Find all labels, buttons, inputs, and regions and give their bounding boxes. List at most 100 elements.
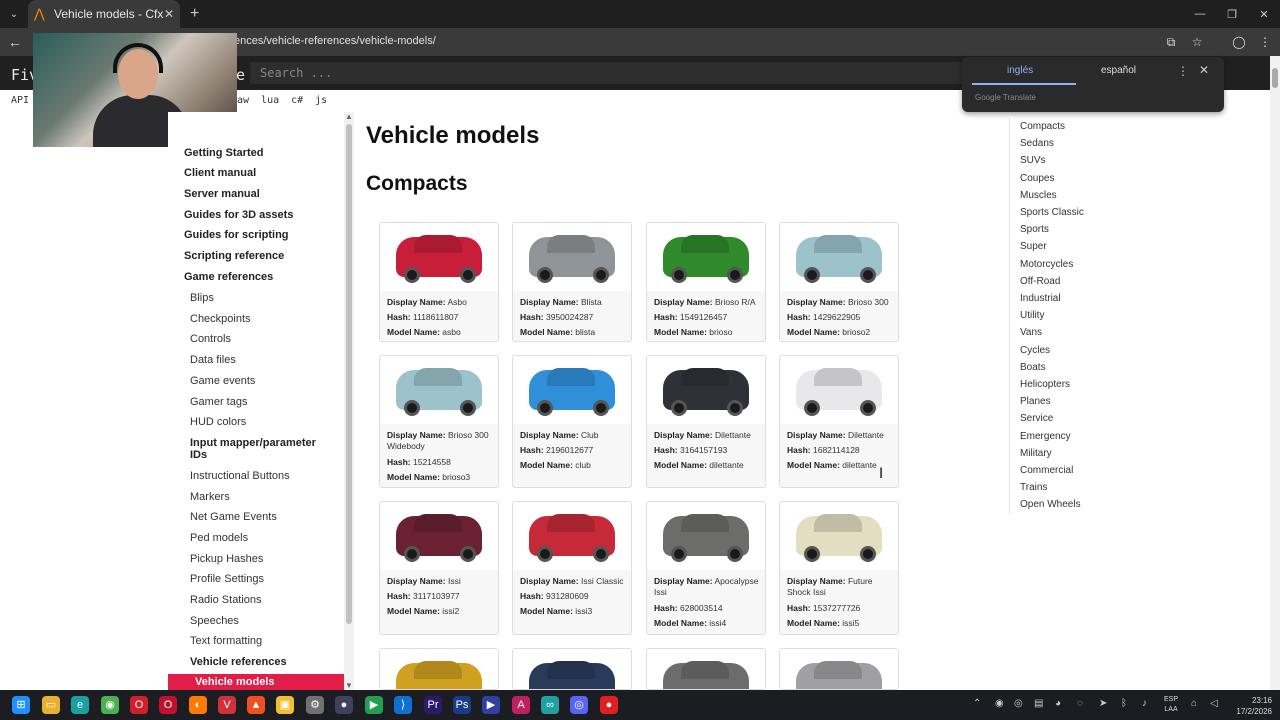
toc-link[interactable]: Motorcycles <box>1020 259 1073 270</box>
bluetooth-icon[interactable]: ᛒ <box>1121 698 1127 709</box>
sidebar-item[interactable]: Game events <box>190 375 255 388</box>
windows-start-icon[interactable]: ⊞ <box>12 696 30 714</box>
opera-gx-icon[interactable]: O <box>159 696 177 714</box>
sidebar-item[interactable]: Radio Stations <box>190 594 262 607</box>
sidebar-item[interactable]: Getting Started <box>184 147 263 160</box>
toc-link[interactable]: Compacts <box>1020 121 1065 132</box>
sidebar-item[interactable]: Server manual <box>184 188 260 201</box>
browser-tab[interactable]: ⋀ Vehicle models - Cfx.re Docs ✕ <box>28 0 180 28</box>
lang-link-lua[interactable]: lua <box>261 95 279 106</box>
toc-link[interactable]: Military <box>1020 448 1052 459</box>
sidebar-item[interactable]: HUD colors <box>190 416 246 429</box>
firefox-icon[interactable]: ◐ <box>189 696 207 714</box>
settings-icon[interactable]: ⚙ <box>306 696 324 714</box>
sidebar-item[interactable]: Input mapper/parameter <box>190 437 316 450</box>
search-input[interactable]: Search ... <box>250 62 970 84</box>
close-window-icon[interactable]: ✕ <box>1248 0 1280 28</box>
bookmark-star-icon[interactable]: ☆ <box>1186 35 1208 49</box>
sidebar-item[interactable]: Markers <box>190 491 230 504</box>
toc-link[interactable]: Planes <box>1020 396 1051 407</box>
sidebar-item[interactable]: Client manual <box>184 167 256 180</box>
tab-search-menu-icon[interactable]: ⌄ <box>0 0 28 28</box>
photoshop-icon[interactable]: Ps <box>453 696 471 714</box>
affinity-icon[interactable]: A <box>512 696 530 714</box>
sidebar-item[interactable]: Guides for scripting <box>184 229 289 242</box>
chrome-icon[interactable]: ◉ <box>101 696 119 714</box>
sidebar-item[interactable]: Profile Settings <box>190 573 264 586</box>
lang-link-aw[interactable]: aw <box>237 95 249 106</box>
sidebar-item[interactable]: Instructional Buttons <box>190 470 290 483</box>
new-tab-button[interactable]: + <box>190 5 199 23</box>
close-tab-icon[interactable]: ✕ <box>164 7 174 21</box>
page-scrollbar[interactable] <box>1270 56 1280 690</box>
microphone-icon[interactable]: ♪ <box>1142 698 1147 709</box>
minimize-icon[interactable]: — <box>1184 0 1216 28</box>
page-scroll-thumb[interactable] <box>1272 68 1278 88</box>
lang-link-csharp[interactable]: c# <box>291 95 303 106</box>
toc-link[interactable]: Vans <box>1020 327 1042 338</box>
url-field[interactable]: ences/vehicle-references/vehicle-models/ <box>234 35 436 47</box>
premiere-icon[interactable]: Pr <box>424 696 442 714</box>
sidebar-item[interactable]: Net Game Events <box>190 511 277 524</box>
tray-app2-icon[interactable]: ▤ <box>1034 698 1043 709</box>
sidebar-item[interactable]: Controls <box>190 333 231 346</box>
sidebar-item[interactable]: Text formatting <box>190 635 262 648</box>
opera-icon[interactable]: O <box>130 696 148 714</box>
translate-icon[interactable]: ⧉ <box>1160 35 1182 50</box>
sidebar-scrollbar[interactable]: ▲ ▼ <box>344 112 354 690</box>
tray-app3-icon[interactable]: ◌ <box>1077 698 1083 709</box>
back-arrow-icon[interactable]: ← <box>0 34 30 50</box>
sidebar-item[interactable]: Game references <box>184 271 273 284</box>
tray-chevron-icon[interactable]: ⌃ <box>973 698 981 709</box>
obs-icon[interactable]: ● <box>335 696 353 714</box>
toc-link[interactable]: Emergency <box>1020 431 1071 442</box>
toc-link[interactable]: Super <box>1020 241 1047 252</box>
language-indicator[interactable]: ESP LAA <box>1164 695 1178 715</box>
sidebar-item[interactable]: Pickup Hashes <box>190 553 263 566</box>
toc-link[interactable]: Industrial <box>1020 293 1061 304</box>
edge-icon[interactable]: e <box>71 696 89 714</box>
taskbar-clock[interactable]: 23:16 17/2/2026 <box>1228 695 1272 717</box>
sidebar-item[interactable]: Vehicle references <box>190 656 287 669</box>
tray-chrome-icon[interactable]: ◎ <box>1014 698 1023 709</box>
toc-link[interactable]: Off-Road <box>1020 276 1060 287</box>
toc-link[interactable]: Open Wheels <box>1020 499 1081 510</box>
volume-icon[interactable]: ◁ <box>1210 698 1218 709</box>
tray-app4-icon[interactable]: ➤ <box>1099 698 1107 709</box>
toc-link[interactable]: Sedans <box>1020 138 1054 149</box>
toc-link[interactable]: Sports <box>1020 224 1049 235</box>
browser-menu-icon[interactable]: ⋮ <box>1254 35 1276 49</box>
toc-link[interactable]: Commercial <box>1020 465 1073 476</box>
sidebar-item[interactable]: IDs <box>190 449 207 462</box>
maximize-icon[interactable]: ❐ <box>1216 0 1248 28</box>
toc-link[interactable]: Cycles <box>1020 345 1050 356</box>
translate-more-icon[interactable]: ⋮ <box>1177 64 1189 78</box>
vivaldi-icon[interactable]: V <box>218 696 236 714</box>
api-label[interactable]: API <box>11 95 29 106</box>
sidebar-item[interactable]: Ped models <box>190 532 248 545</box>
scroll-up-icon[interactable]: ▲ <box>345 112 353 121</box>
sidebar-scroll-thumb[interactable] <box>346 124 352 624</box>
record-icon[interactable]: ● <box>600 696 618 714</box>
toc-link[interactable]: Helicopters <box>1020 379 1070 390</box>
link-icon[interactable]: ∞ <box>541 696 559 714</box>
toc-link[interactable]: Service <box>1020 413 1053 424</box>
discord-icon[interactable]: ◎ <box>570 696 588 714</box>
toc-link[interactable]: Coupes <box>1020 173 1054 184</box>
toc-link[interactable]: Sports Classic <box>1020 207 1084 218</box>
sidebar-item[interactable]: Checkpoints <box>190 313 251 326</box>
sidebar-item[interactable]: Speeches <box>190 615 239 628</box>
file-explorer-icon[interactable]: ▭ <box>42 696 60 714</box>
terminal-icon[interactable]: ▶ <box>365 696 383 714</box>
network-icon[interactable]: ⌂ <box>1191 698 1197 709</box>
sidebar-item[interactable]: Blips <box>190 292 214 305</box>
scroll-down-icon[interactable]: ▼ <box>345 681 353 690</box>
toc-link[interactable]: Boats <box>1020 362 1046 373</box>
brave-icon[interactable]: ▲ <box>247 696 265 714</box>
tray-steam-icon[interactable]: ◕ <box>1055 698 1061 709</box>
sidebar-item[interactable]: Data files <box>190 354 236 367</box>
toc-link[interactable]: SUVs <box>1020 155 1046 166</box>
media-icon[interactable]: ▶ <box>482 696 500 714</box>
vscode-icon[interactable]: ⟩ <box>394 696 412 714</box>
translate-target-lang[interactable]: español <box>1101 65 1136 76</box>
